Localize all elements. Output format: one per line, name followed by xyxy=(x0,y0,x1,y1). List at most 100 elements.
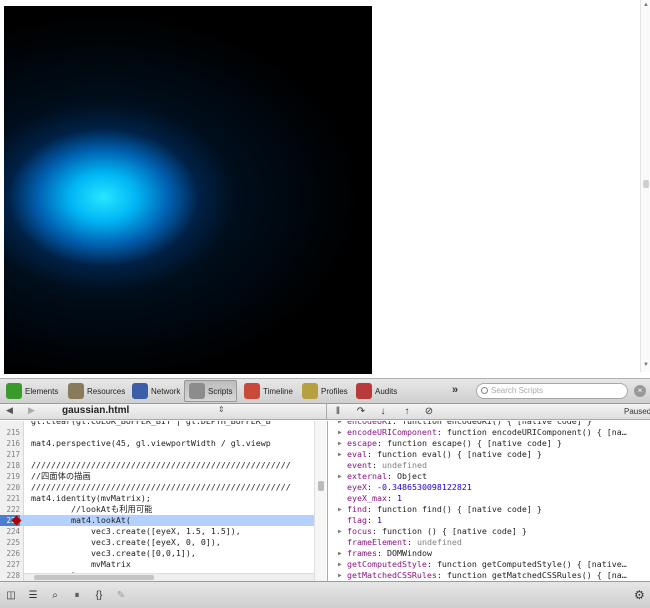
edit-icon[interactable]: ✎ xyxy=(112,588,130,603)
step-out-icon[interactable]: ↑ xyxy=(397,405,417,419)
forward-icon[interactable]: ▶ xyxy=(28,405,35,416)
line-number[interactable]: 227 xyxy=(0,559,20,570)
scope-property[interactable]: event: undefined xyxy=(328,460,646,471)
property-text: eyeX: -0.3486530098122821 xyxy=(347,482,472,492)
scope-property[interactable]: frameElement: undefined xyxy=(328,537,646,548)
line-number[interactable]: 228 xyxy=(0,570,20,581)
search-icon[interactable]: ⌕ xyxy=(46,588,64,603)
line-number[interactable]: 220 xyxy=(0,482,20,493)
line-number[interactable]: 226 xyxy=(0,548,20,559)
tab-scripts[interactable]: Scripts xyxy=(184,380,238,402)
line-code: ////////////////////////////////////////… xyxy=(31,460,291,470)
tab-elements[interactable]: Elements xyxy=(2,380,62,402)
scope-property[interactable]: ▶ getMatchedCSSRules: function getMatched… xyxy=(328,570,646,581)
scope-property[interactable]: eyeX: -0.3486530098122821 xyxy=(328,482,646,493)
tab-timeline[interactable]: Timeline xyxy=(240,380,297,402)
source-line[interactable]: 218 /////////////////////////////////////… xyxy=(0,460,314,471)
expand-triangle-icon[interactable]: ▶ xyxy=(338,449,342,460)
line-number[interactable]: 219 xyxy=(0,471,20,482)
expand-triangle-icon[interactable]: ▶ xyxy=(338,504,342,515)
dock-icon[interactable]: ◫ xyxy=(2,588,20,603)
scope-property[interactable]: eyeX_max: 1 xyxy=(328,493,646,504)
chevron-down-icon[interactable]: ⇕ xyxy=(218,405,225,414)
more-tabs-button[interactable]: » xyxy=(452,384,458,396)
property-value: Object xyxy=(396,471,427,481)
source-line[interactable]: 227 mvMatrix xyxy=(0,559,314,570)
source-line[interactable]: 219 //四面体の描画 xyxy=(0,471,314,482)
scrollbar-thumb[interactable] xyxy=(643,180,649,188)
scope-property[interactable]: flag: 1 xyxy=(328,515,646,526)
scope-property[interactable]: ▶ focus: function () { [native code] } xyxy=(328,526,646,537)
expand-triangle-icon[interactable]: ▶ xyxy=(338,438,342,449)
source-line[interactable]: 221 mat4.identity(mvMatrix); xyxy=(0,493,314,504)
tab-network[interactable]: Network xyxy=(128,380,184,402)
line-number[interactable]: 216 xyxy=(0,438,20,449)
line-number[interactable]: 225 xyxy=(0,537,20,548)
property-key: event xyxy=(347,460,372,470)
line-number[interactable]: 215 xyxy=(0,427,20,438)
property-key: frameElement xyxy=(347,537,407,547)
property-key: encodeURI xyxy=(347,421,392,426)
line-number[interactable]: 218 xyxy=(0,460,20,471)
line-number[interactable]: 221 xyxy=(0,493,20,504)
line-code: vec3.create([eyeX, 0, 0]), xyxy=(31,537,221,547)
expand-triangle-icon[interactable]: ▶ xyxy=(338,471,342,482)
source-hscrollbar[interactable] xyxy=(24,573,314,581)
scope-property[interactable]: ▶ frames: DOMWindow xyxy=(328,548,646,559)
property-value: 1 xyxy=(376,515,382,525)
line-number[interactable]: 224 xyxy=(0,526,20,537)
property-text: event: undefined xyxy=(347,460,427,470)
scope-property[interactable]: ▶ getComputedStyle: function getComputedS… xyxy=(328,559,646,570)
property-text: getComputedStyle: function getComputedSt… xyxy=(347,559,627,569)
source-line[interactable]: 217 xyxy=(0,449,314,460)
expand-triangle-icon[interactable]: ▶ xyxy=(338,427,342,438)
expand-triangle-icon[interactable]: ▶ xyxy=(338,548,342,559)
page-scrollbar[interactable]: ▲ ▼ xyxy=(640,0,650,372)
expand-triangle-icon[interactable]: ▶ xyxy=(338,559,342,570)
pretty-print-icon[interactable]: {} xyxy=(90,588,108,603)
step-over-icon[interactable]: ↷ xyxy=(351,405,371,419)
close-icon[interactable]: × xyxy=(634,385,646,397)
scroll-up-icon[interactable]: ▲ xyxy=(643,2,649,8)
source-line[interactable]: 225 vec3.create([eyeX, 0, 0]), xyxy=(0,537,314,548)
source-line[interactable]: 223 mat4.lookAt( xyxy=(0,515,314,526)
deactivate-breakpoints-icon[interactable]: ⊘ xyxy=(419,405,439,419)
line-number[interactable]: 222 xyxy=(0,504,20,515)
scope-variables-pane[interactable]: ▶ encodeURI: function encodeURI() { [nati… xyxy=(327,421,650,581)
source-line[interactable]: 222 //lookAtも利用可能 xyxy=(0,504,314,515)
scope-property[interactable]: ▶ eval: function eval() { [native code] } xyxy=(328,449,646,460)
expand-triangle-icon[interactable]: ▶ xyxy=(338,570,342,581)
scroll-down-icon[interactable]: ▼ xyxy=(643,362,649,368)
source-line[interactable]: 224 vec3.create([eyeX, 1.5, 1.5]), xyxy=(0,526,314,537)
property-value: function encodeURIComponent() { [na… xyxy=(446,427,627,437)
search-scripts-input[interactable]: Search Scripts xyxy=(476,383,628,399)
source-line[interactable]: 226 vec3.create([0,0,1]), xyxy=(0,548,314,559)
tab-resources[interactable]: Resources xyxy=(64,380,129,402)
step-into-icon[interactable]: ↓ xyxy=(373,405,393,419)
scope-property[interactable]: ▶ external: Object xyxy=(328,471,646,482)
gear-icon[interactable]: ⚙ xyxy=(634,588,645,602)
source-scrollbar[interactable] xyxy=(314,421,326,581)
tab-label: Network xyxy=(151,386,181,396)
back-icon[interactable]: ◀ xyxy=(6,405,13,416)
tab-label: Scripts xyxy=(208,386,233,396)
scope-property[interactable]: ▶ find: function find() { [native code] } xyxy=(328,504,646,515)
line-code: //四面体の描画 xyxy=(31,471,91,481)
pause-on-exceptions-icon[interactable]: ⏸ xyxy=(68,588,86,603)
tab-profiles[interactable]: Profiles xyxy=(298,380,352,402)
line-number[interactable]: 217 xyxy=(0,449,20,460)
console-icon[interactable]: ☰ xyxy=(24,588,42,603)
source-editor[interactable]: gl.clear(gl.COLOR_BUFFER_BIT | gl.DEPTH_… xyxy=(0,421,326,581)
source-line[interactable]: 220 /////////////////////////////////////… xyxy=(0,482,314,493)
pause-continue-icon[interactable]: ‖ xyxy=(328,405,348,419)
expand-triangle-icon[interactable]: ▶ xyxy=(338,526,342,537)
tab-audits[interactable]: Audits xyxy=(352,380,401,402)
scope-property[interactable]: ▶ escape: function escape() { [native cod… xyxy=(328,438,646,449)
source-line[interactable]: 216 mat4.perspective(45, gl.viewportWidth… xyxy=(0,438,314,449)
scrollbar-thumb[interactable] xyxy=(34,575,154,580)
scope-property[interactable]: ▶ encodeURIComponent: function encodeURIC… xyxy=(328,427,646,438)
webgl-canvas[interactable] xyxy=(4,6,372,374)
source-line[interactable]: 215 xyxy=(0,427,314,438)
script-file-select[interactable]: gaussian.html xyxy=(62,405,129,416)
scrollbar-thumb[interactable] xyxy=(318,481,324,491)
